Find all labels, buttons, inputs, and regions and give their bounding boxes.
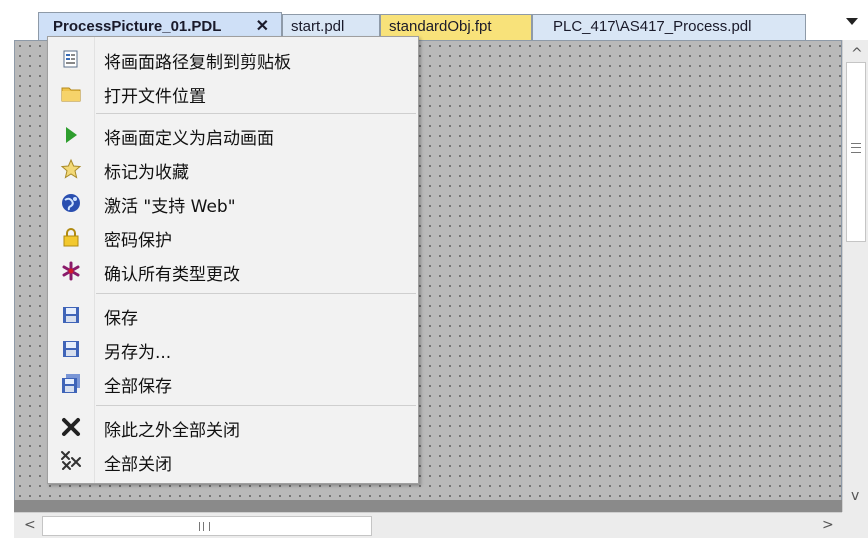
tab-label: start.pdl [291, 18, 345, 35]
menu-item-label: 将画面路径复制到剪贴板 [104, 53, 291, 73]
menu-item-label: 标记为收藏 [104, 163, 189, 183]
tab-strip: ProcessPicture_01.PDL ✕ start.pdl standa… [0, 0, 868, 40]
asterisk-icon [60, 260, 82, 282]
menu-item-label: 激活 "支持 Web" [104, 197, 236, 217]
close-all-icon [60, 450, 82, 472]
clipboard-icon [60, 48, 82, 70]
grip-icon [851, 143, 861, 153]
menu-item-open-location[interactable]: 打开文件位置 [48, 75, 418, 109]
lock-icon [60, 226, 82, 248]
scroll-up-icon[interactable]: ^ [851, 46, 863, 62]
tab-list-dropdown-icon[interactable] [846, 18, 858, 25]
menu-item-label: 除此之外全部关闭 [104, 421, 240, 441]
save-icon [60, 304, 82, 326]
tab-label: PLC_417\AS417_Process.pdl [553, 18, 752, 35]
vertical-scroll-thumb[interactable] [846, 62, 866, 242]
menu-item-close-all[interactable]: 全部关闭 [48, 443, 418, 477]
tab-as417-process[interactable]: PLC_417\AS417_Process.pdl [532, 14, 806, 40]
menu-item-label: 将画面定义为启动画面 [104, 129, 274, 149]
menu-item-activate-web[interactable]: 激活 "支持 Web" [48, 185, 418, 219]
menu-item-close-others[interactable]: 除此之外全部关闭 [48, 409, 418, 443]
menu-separator [96, 293, 416, 294]
menu-item-set-start-picture[interactable]: 将画面定义为启动画面 [48, 117, 418, 151]
menu-item-label: 密码保护 [104, 231, 172, 251]
scroll-right-icon[interactable]: > [822, 517, 834, 533]
menu-item-confirm-type-changes[interactable]: 确认所有类型更改 [48, 253, 418, 287]
play-icon [60, 124, 82, 146]
horizontal-scroll-thumb[interactable] [42, 516, 372, 536]
close-others-icon [60, 416, 82, 438]
vertical-scrollbar[interactable]: ^ v [842, 40, 868, 512]
menu-item-mark-favorite[interactable]: 标记为收藏 [48, 151, 418, 185]
menu-item-label: 保存 [104, 309, 138, 329]
canvas-border [14, 500, 842, 512]
menu-item-label: 另存为... [104, 343, 172, 363]
menu-item-label: 全部保存 [104, 377, 172, 397]
save-as-icon [60, 338, 82, 360]
menu-item-save[interactable]: 保存 [48, 297, 418, 331]
tab-label: standardObj.fpt [389, 18, 492, 35]
tab-label: ProcessPicture_01.PDL [53, 18, 222, 35]
scroll-down-icon[interactable]: v [851, 488, 859, 504]
save-all-icon [60, 372, 82, 394]
menu-item-label: 确认所有类型更改 [104, 265, 240, 285]
menu-separator [96, 405, 416, 406]
menu-item-save-as[interactable]: 另存为... [48, 331, 418, 365]
menu-item-label: 打开文件位置 [104, 87, 206, 107]
menu-item-password-protect[interactable]: 密码保护 [48, 219, 418, 253]
menu-item-save-all[interactable]: 全部保存 [48, 365, 418, 399]
scrollbar-corner [842, 512, 868, 538]
menu-item-label: 全部关闭 [104, 455, 172, 475]
menu-separator [96, 113, 416, 114]
context-menu: 将画面路径复制到剪贴板 打开文件位置 将画面定义为启动画面 标记为收藏 激活 "… [47, 36, 419, 484]
globe-icon [60, 192, 82, 214]
grip-icon [199, 522, 210, 531]
menu-item-copy-path[interactable]: 将画面路径复制到剪贴板 [48, 41, 418, 75]
horizontal-scrollbar[interactable]: < > [14, 512, 842, 538]
star-icon [60, 158, 82, 180]
folder-icon [60, 82, 82, 104]
scroll-left-icon[interactable]: < [24, 517, 36, 533]
